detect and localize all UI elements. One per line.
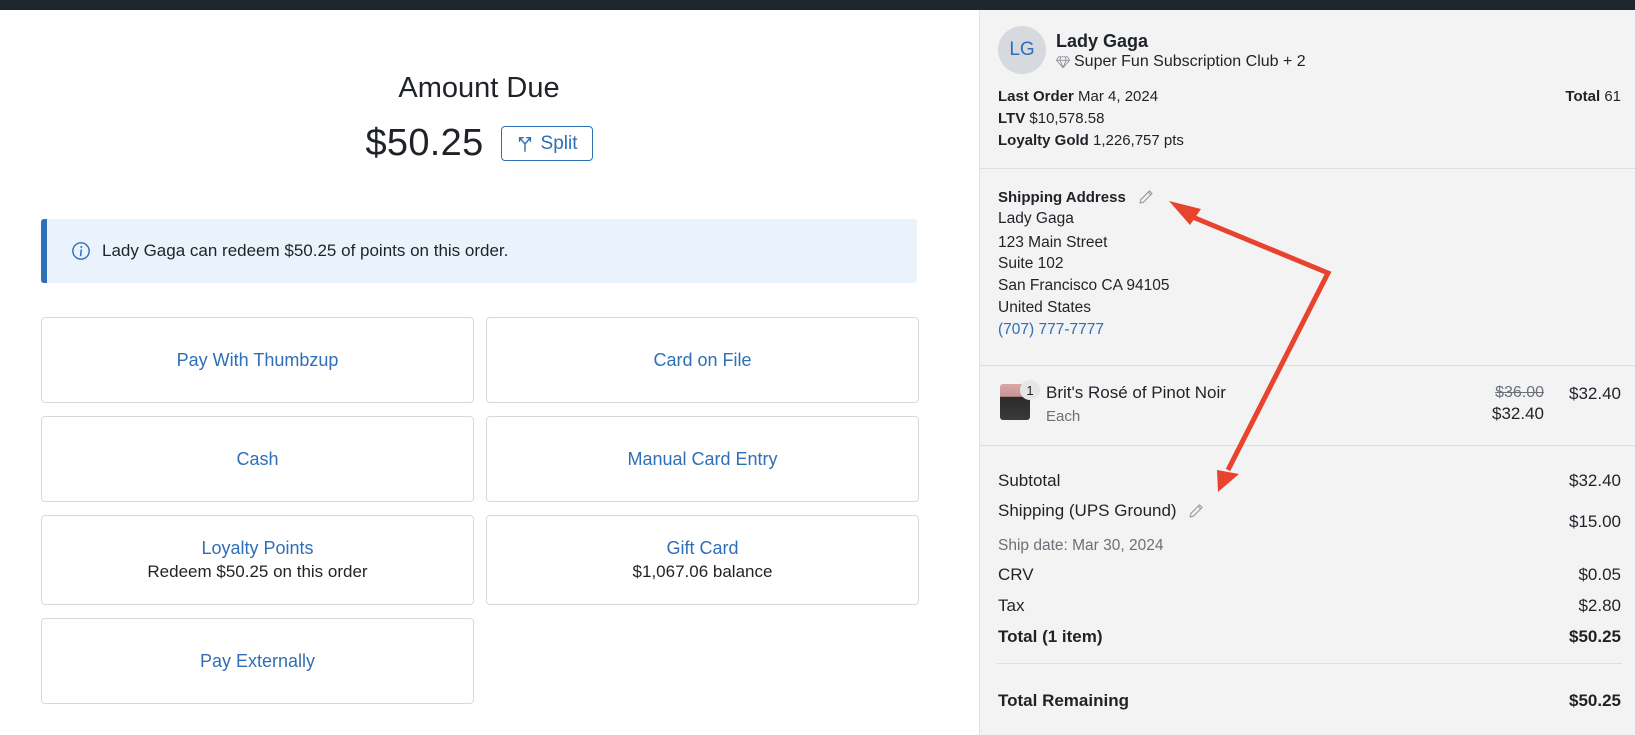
- address-country: United States: [998, 299, 1092, 316]
- line-total: $32.40: [1569, 384, 1621, 403]
- split-icon: [518, 136, 531, 152]
- total-remaining-label: Total Remaining: [998, 691, 1129, 710]
- pay-method-label: Pay With Thumbzup: [176, 349, 339, 370]
- loyalty-tier: Loyalty Gold 1,226,757 pts: [998, 132, 1184, 149]
- subtotal-label: Subtotal: [998, 471, 1061, 490]
- points-notice: Lady Gaga can redeem $50.25 of points on…: [41, 219, 917, 283]
- info-icon: [72, 242, 90, 260]
- crv-value: $0.05: [1578, 565, 1621, 584]
- pay-externally-button[interactable]: Pay Externally: [41, 618, 474, 704]
- product-unit: Each: [1046, 408, 1081, 425]
- crv-label: CRV: [998, 565, 1034, 584]
- edit-address-pencil-icon[interactable]: [1137, 188, 1155, 206]
- order-summary-panel: LG Lady Gaga Super Fun Subscription Club…: [979, 10, 1635, 735]
- amount-due-value: $50.25: [365, 122, 484, 164]
- divider: [980, 445, 1635, 446]
- quantity-badge: 1: [1020, 380, 1040, 400]
- pay-method-label: Manual Card Entry: [627, 448, 778, 469]
- address-street: 123 Main Street: [998, 234, 1108, 251]
- total-remaining-value: $50.25: [1569, 691, 1621, 710]
- split-button[interactable]: Split: [500, 126, 593, 161]
- club-name: Super Fun Subscription Club + 2: [1074, 53, 1306, 70]
- sale-price: $32.40: [1492, 404, 1544, 423]
- tax-label: Tax: [998, 596, 1025, 615]
- gift-card-button[interactable]: Gift Card $1,067.06 balance: [486, 515, 919, 605]
- total-label: Total (1 item): [998, 627, 1103, 646]
- product-name: Brit's Rosé of Pinot Noir: [1046, 383, 1226, 402]
- loyalty-value: 1,226,757 pts: [1093, 132, 1184, 149]
- shipping-value: $15.00: [1569, 512, 1621, 531]
- divider: [997, 663, 1622, 664]
- divider: [980, 168, 1635, 169]
- shipping-method: Shipping (UPS Ground): [998, 501, 1205, 521]
- pay-method-label: Pay Externally: [199, 650, 316, 671]
- customer-name[interactable]: Lady Gaga: [1056, 31, 1148, 52]
- payment-panel: Amount Due $50.25 Split Lady Gaga can re…: [0, 10, 979, 735]
- points-notice-text: Lady Gaga can redeem $50.25 of points on…: [102, 241, 509, 260]
- divider: [980, 365, 1635, 366]
- address-suite: Suite 102: [998, 255, 1064, 272]
- original-price: $36.00: [1495, 384, 1544, 401]
- loyalty-label: Loyalty Gold: [998, 132, 1089, 149]
- gem-icon: [1056, 56, 1070, 69]
- ltv-value: $10,578.58: [1029, 110, 1105, 127]
- pay-method-label: Cash: [236, 448, 279, 469]
- split-label: Split: [540, 132, 578, 154]
- amount-due-title: Amount Due: [398, 72, 560, 104]
- ship-date: Ship date: Mar 30, 2024: [998, 537, 1164, 554]
- shipping-address-title: Shipping Address: [998, 188, 1126, 206]
- subtotal-value: $32.40: [1569, 471, 1621, 490]
- last-order-value: Mar 4, 2024: [1078, 88, 1159, 105]
- shipping-label: Shipping (UPS Ground): [998, 501, 1177, 520]
- cash-button[interactable]: Cash: [41, 416, 474, 502]
- top-bar: [0, 0, 1635, 10]
- total-orders-value: 61: [1604, 88, 1621, 105]
- address-phone-link[interactable]: (707) 777-7777: [998, 321, 1104, 339]
- edit-shipping-pencil-icon[interactable]: [1187, 502, 1205, 520]
- tax-value: $2.80: [1578, 596, 1621, 615]
- total-value: $50.25: [1569, 627, 1621, 646]
- shipping-address-heading: Shipping Address: [998, 188, 1155, 206]
- pay-method-label: Gift Card: [666, 538, 739, 558]
- ltv: LTV $10,578.58: [998, 110, 1104, 127]
- address-city: San Francisco CA 94105: [998, 277, 1170, 294]
- pay-method-label: Card on File: [653, 349, 752, 370]
- loyalty-points-button[interactable]: Loyalty Points Redeem $50.25 on this ord…: [41, 515, 474, 605]
- pay-with-thumbzup-button[interactable]: Pay With Thumbzup: [41, 317, 474, 403]
- card-on-file-button[interactable]: Card on File: [486, 317, 919, 403]
- pay-method-sub: Redeem $50.25 on this order: [147, 562, 368, 581]
- last-order-label: Last Order: [998, 88, 1074, 105]
- pay-method-label: Loyalty Points: [201, 538, 314, 558]
- last-order: Last Order Mar 4, 2024: [998, 88, 1158, 105]
- club-membership: Super Fun Subscription Club + 2: [1056, 53, 1306, 71]
- total-orders-label: Total: [1565, 88, 1601, 105]
- avatar[interactable]: LG: [998, 26, 1046, 74]
- ltv-label: LTV: [998, 110, 1026, 127]
- address-name: Lady Gaga: [998, 210, 1074, 227]
- total-orders: Total 61: [1565, 88, 1621, 105]
- manual-card-entry-button[interactable]: Manual Card Entry: [486, 416, 919, 502]
- pay-method-sub: $1,067.06 balance: [632, 562, 773, 581]
- amount-row: $50.25 Split: [0, 122, 958, 165]
